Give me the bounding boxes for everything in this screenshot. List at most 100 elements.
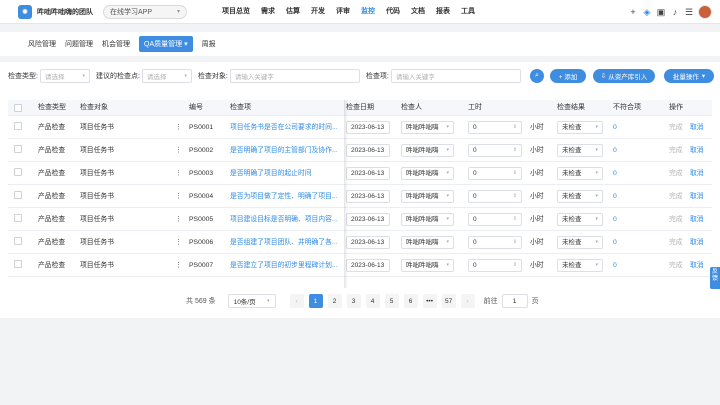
nav-item-estimate[interactable]: 估算 [286,0,300,24]
tab-opportunity[interactable]: 机会管理 [102,39,130,49]
cell-check-item[interactable]: 是否明确了项目的起止时间 [230,162,342,185]
table-row[interactable]: 产品检查 项目任务书 ⋮ PS0002 是否明确了项目的主管部门及协作... 2023-0… [8,139,712,162]
cell-nonconformity[interactable]: 0 [613,208,617,231]
stepper-arrows-icon[interactable]: ⇕ [513,237,517,248]
checker-select[interactable]: 吽咄吽咄嗨 ▾ [401,259,454,272]
more-icon[interactable]: ⋮ [175,162,182,185]
more-icon[interactable]: ⋮ [175,139,182,162]
complete-button[interactable]: 完成 [669,254,683,277]
result-select[interactable]: 未检查 ▾ [557,213,603,226]
cancel-button[interactable]: 取消 [690,139,704,162]
page-button[interactable]: 57 [441,294,456,308]
cell-nonconformity[interactable]: 0 [613,254,617,277]
hours-stepper[interactable]: 0 ⇕ [468,190,522,203]
result-select[interactable]: 未检查 ▾ [557,121,603,134]
checker-select[interactable]: 吽咄吽咄嗨 ▾ [401,144,454,157]
stepper-arrows-icon[interactable]: ⇕ [513,145,517,156]
import-from-library-button[interactable]: ⇩ 从资产库引入 [593,69,655,83]
table-row[interactable]: 产品检查 项目任务书 ⋮ PS0006 是否组建了项目团队、并明确了各... 2023-0… [8,231,712,254]
row-checkbox[interactable] [14,214,22,222]
page-button[interactable]: 2 [327,294,342,308]
stepper-arrows-icon[interactable]: ⇕ [513,122,517,133]
complete-button[interactable]: 完成 [669,116,683,139]
nav-item-monitor[interactable]: 监控 [361,0,375,24]
cell-check-item[interactable]: 是否建立了项目的初步里程碑计划... [230,254,342,277]
row-checkbox[interactable] [14,237,22,245]
page-button[interactable]: 1 [308,294,323,308]
result-select[interactable]: 未检查 ▾ [557,190,603,203]
nav-item-overview[interactable]: 项目总览 [222,0,250,24]
nav-item-review[interactable]: 评审 [336,0,350,24]
hours-stepper[interactable]: 0 ⇕ [468,236,522,249]
cell-check-item[interactable]: 是否组建了项目团队、并明确了各... [230,231,342,254]
team-logo-icon[interactable]: ◉ [18,4,32,19]
table-row[interactable]: 产品检查 项目任务书 ⋮ PS0003 是否明确了项目的起止时间 2023-06-13 吽咄… [8,162,712,185]
more-icon[interactable]: ⋮ [175,254,182,277]
select-all-checkbox[interactable] [14,104,22,112]
stepper-arrows-icon[interactable]: ⇕ [513,191,517,202]
page-size-select[interactable]: 10条/页 ▾ [227,294,276,308]
project-select[interactable]: 在线学习APP ▾ [103,4,187,19]
result-select[interactable]: 未检查 ▾ [557,259,603,272]
cell-check-item[interactable]: 是否为项目做了定性、明确了项目... [230,185,342,208]
check-date-input[interactable]: 2023-06-13 [346,121,390,134]
complete-button[interactable]: 完成 [669,185,683,208]
nav-item-requirements[interactable]: 需求 [261,0,275,24]
complete-button[interactable]: 完成 [669,162,683,185]
cell-nonconformity[interactable]: 0 [613,162,617,185]
cell-check-item[interactable]: 项目任务书是否在公司要求的时间... [230,116,342,139]
nav-item-develop[interactable]: 开发 [311,0,325,24]
stepper-arrows-icon[interactable]: ⇕ [513,168,517,179]
check-date-input[interactable]: 2023-06-13 [346,236,390,249]
nav-item-reports[interactable]: 报表 [436,0,450,24]
more-icon[interactable]: ⋮ [175,185,182,208]
check-point-select[interactable]: 请选择 ▾ [141,69,192,83]
page-button[interactable]: 3 [346,294,361,308]
cancel-button[interactable]: 取消 [690,185,704,208]
check-date-input[interactable]: 2023-06-13 [346,213,390,226]
cell-nonconformity[interactable]: 0 [613,139,617,162]
checker-select[interactable]: 吽咄吽咄嗨 ▾ [401,167,454,180]
bell-icon[interactable]: ♪ [670,7,680,17]
cell-check-item[interactable]: 项目建设目标是否明确、项目内容... [230,208,342,231]
table-row[interactable]: 产品检查 项目任务书 ⋮ PS0001 项目任务书是否在公司要求的时间... 2023-0… [8,116,712,139]
cell-nonconformity[interactable]: 0 [613,116,617,139]
cancel-button[interactable]: 取消 [690,208,704,231]
settings-icon[interactable]: ☰ [684,7,694,17]
page-ellipsis[interactable]: ••• [422,294,437,308]
cancel-button[interactable]: 取消 [690,162,704,185]
cell-nonconformity[interactable]: 0 [613,231,617,254]
briefcase-icon[interactable]: ▣ [656,7,666,17]
nav-item-code[interactable]: 代码 [386,0,400,24]
check-date-input[interactable]: 2023-06-13 [346,144,390,157]
checker-select[interactable]: 吽咄吽咄嗨 ▾ [401,190,454,203]
tab-issue[interactable]: 问题管理 [65,39,93,49]
row-checkbox[interactable] [14,260,22,268]
page-button[interactable]: 6 [403,294,418,308]
table-row[interactable]: 产品检查 项目任务书 ⋮ PS0004 是否为项目做了定性、明确了项目... 2023-0… [8,185,712,208]
more-icon[interactable]: ⋮ [175,116,182,139]
plus-icon[interactable]: + [628,7,638,17]
checker-select[interactable]: 吽咄吽咄嗨 ▾ [401,213,454,226]
team-name[interactable]: 吽咄吽咄嗨的团队 [37,7,93,17]
batch-actions-button[interactable]: 批量操作 ▾ [664,69,714,83]
cell-check-item[interactable]: 是否明确了项目的主管部门及协作... [230,139,342,162]
checker-select[interactable]: 吽咄吽咄嗨 ▾ [401,121,454,134]
nav-item-docs[interactable]: 文档 [411,0,425,24]
row-checkbox[interactable] [14,168,22,176]
stepper-arrows-icon[interactable]: ⇕ [513,260,517,271]
hours-stepper[interactable]: 0 ⇕ [468,213,522,226]
check-date-input[interactable]: 2023-06-13 [346,190,390,203]
cancel-button[interactable]: 取消 [690,231,704,254]
row-checkbox[interactable] [14,145,22,153]
search-button[interactable]: ⌕ [530,69,544,83]
cancel-button[interactable]: 取消 [690,254,704,277]
table-row[interactable]: 产品检查 项目任务书 ⋮ PS0007 是否建立了项目的初步里程碑计划... 2023-0… [8,254,712,277]
check-date-input[interactable]: 2023-06-13 [346,259,390,272]
checker-select[interactable]: 吽咄吽咄嗨 ▾ [401,236,454,249]
row-checkbox[interactable] [14,122,22,130]
check-item-input[interactable]: 请输入关键字 [390,69,521,83]
check-date-input[interactable]: 2023-06-13 [346,167,390,180]
hours-stepper[interactable]: 0 ⇕ [468,167,522,180]
tab-qa[interactable]: QA质量管理 ▾ [139,36,193,52]
